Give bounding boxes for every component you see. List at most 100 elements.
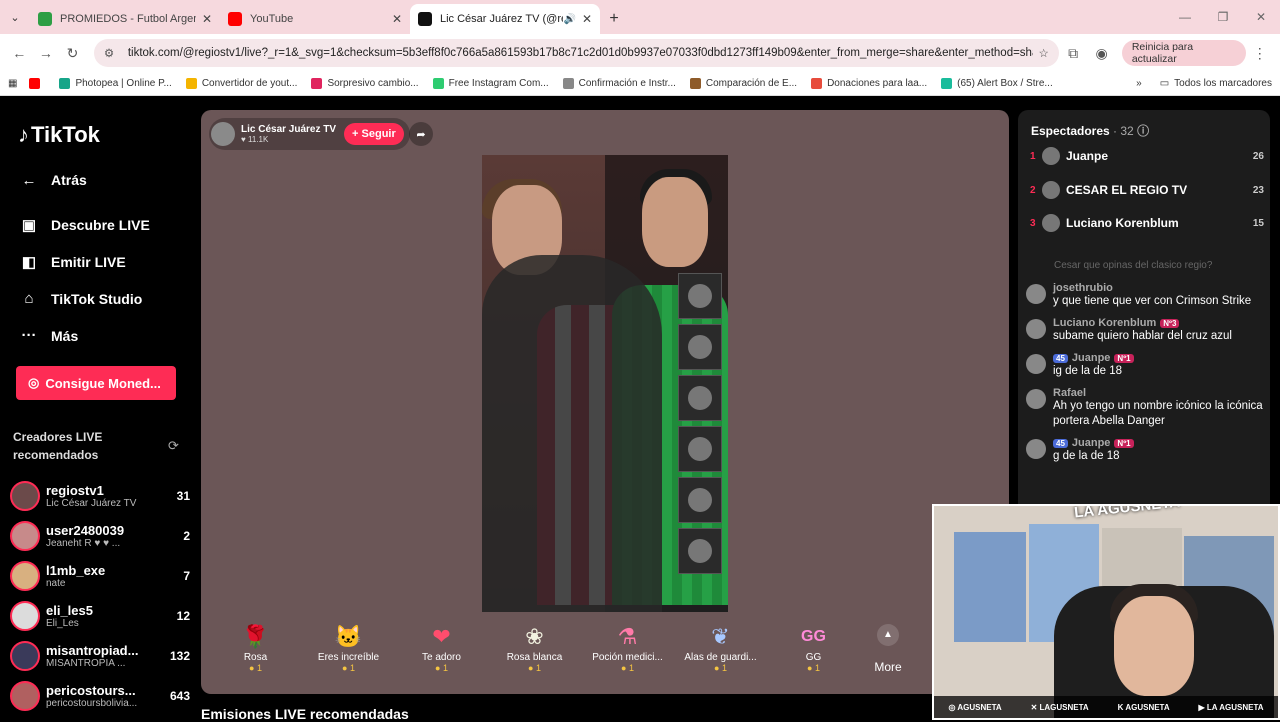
chat-username[interactable]: Juanpe bbox=[1072, 437, 1111, 449]
guest-avatar bbox=[688, 539, 712, 563]
update-button[interactable]: Reinicia para actualizar bbox=[1121, 40, 1246, 66]
chat-username[interactable]: Rafael bbox=[1053, 387, 1264, 399]
minimize-icon[interactable]: — bbox=[1166, 10, 1204, 24]
close-tab-icon[interactable]: ✕ bbox=[202, 12, 212, 26]
folder-icon: ▭ bbox=[1159, 78, 1170, 89]
chat-username[interactable]: josethrubio bbox=[1053, 282, 1251, 294]
apps-icon[interactable]: ▦ bbox=[8, 78, 17, 89]
new-tab-button[interactable]: + bbox=[600, 4, 628, 34]
nav-back[interactable]: ← Atrás bbox=[18, 162, 150, 198]
more-label: More bbox=[874, 660, 902, 674]
creator-item[interactable]: misantropiad... MISANTROPIA ... 132 bbox=[10, 636, 190, 676]
reload-icon[interactable]: ↻ bbox=[59, 45, 86, 62]
coin-icon: ◎ bbox=[28, 375, 40, 390]
viewer-score: 15 bbox=[1252, 217, 1264, 229]
gift-item[interactable]: ❦ Alas de guardi... ● 1 bbox=[674, 622, 767, 688]
tab-search-button[interactable]: ⌄ bbox=[0, 0, 30, 34]
live-video[interactable] bbox=[482, 155, 728, 612]
address-bar[interactable]: ⚙ tiktok.com/@regiostv1/live?_r=1&_svg=1… bbox=[93, 39, 1059, 67]
restore-icon[interactable]: ❐ bbox=[1204, 10, 1242, 24]
site-info-icon[interactable]: ⚙ bbox=[104, 46, 122, 60]
gift-item[interactable]: 🌹 Rosa ● 1 bbox=[209, 622, 302, 688]
chat-message: josethrubio y que tiene que ver con Crims… bbox=[1026, 282, 1264, 309]
creator-item[interactable]: l1mb_exe nate 7 bbox=[10, 556, 190, 596]
creator-item[interactable]: regiostv1 Lic César Juárez TV 31 bbox=[10, 476, 190, 516]
speaker-icon[interactable]: 🔊 bbox=[563, 14, 575, 25]
close-tab-icon[interactable]: ✕ bbox=[392, 12, 402, 26]
tab-tiktok[interactable]: Lic César Juárez TV (@regio 🔊 ✕ bbox=[410, 4, 600, 34]
bookmark-item[interactable]: Free Instagram Com... bbox=[432, 78, 549, 89]
creator-item[interactable]: pericostours... pericostoursbolivia... 64… bbox=[10, 676, 190, 716]
youtube-handle: ▶ LA AGUSNETA bbox=[1198, 702, 1264, 712]
follow-label: + Seguir bbox=[352, 128, 396, 140]
forward-icon[interactable]: → bbox=[33, 45, 60, 61]
more-gifts-button[interactable]: ▲ More bbox=[865, 624, 911, 674]
back-icon[interactable]: ← bbox=[6, 45, 33, 61]
streamer-face bbox=[1114, 596, 1194, 696]
viewers-count: · 32 bbox=[1113, 124, 1134, 138]
guest-slot[interactable] bbox=[678, 273, 722, 319]
bookmark-item[interactable]: (65) Alert Box / Stre... bbox=[941, 78, 1053, 89]
top-viewer[interactable]: 2 CESAR EL REGIO TV 23 bbox=[1030, 178, 1264, 202]
top-viewer[interactable]: 1 Juanpe 26 bbox=[1030, 144, 1264, 168]
bookmark-item[interactable]: Donaciones para laa... bbox=[811, 78, 927, 89]
close-tab-icon[interactable]: ✕ bbox=[582, 12, 592, 26]
guest-slot[interactable] bbox=[678, 477, 722, 523]
nav-more[interactable]: ··· Más bbox=[18, 317, 150, 354]
help-icon[interactable]: ⓘ bbox=[1137, 124, 1149, 138]
tab-youtube[interactable]: YouTube ✕ bbox=[220, 4, 410, 34]
chat-username[interactable]: Luciano Korenblum bbox=[1053, 317, 1156, 329]
gift-item[interactable]: GG GG ● 1 bbox=[767, 622, 860, 688]
chat-username[interactable]: Juanpe bbox=[1072, 352, 1111, 364]
host-name[interactable]: Lic César Juárez TV bbox=[241, 124, 336, 135]
nav-go-live[interactable]: ◧ Emitir LIVE bbox=[18, 243, 150, 280]
guest-slot[interactable] bbox=[678, 324, 722, 370]
tiktok-logo[interactable]: ♪ TikTok bbox=[18, 122, 100, 148]
gift-item[interactable]: ❤ Te adoro ● 1 bbox=[395, 622, 488, 688]
url-text[interactable]: tiktok.com/@regiostv1/live?_r=1&_svg=1&c… bbox=[128, 47, 1033, 59]
close-window-icon[interactable]: ✕ bbox=[1242, 10, 1280, 24]
avatar[interactable] bbox=[1026, 389, 1046, 409]
youtube-bookmark-icon[interactable] bbox=[29, 78, 45, 89]
host-info[interactable]: Lic César Juárez TV ♥ 11.1K + Seguir bbox=[209, 118, 410, 150]
tab-promiedos[interactable]: PROMIEDOS - Futbol Argentino ✕ bbox=[30, 4, 220, 34]
chevron-up-icon[interactable]: ▲ bbox=[877, 624, 899, 646]
get-coins-button[interactable]: ◎ Consigue Moned... bbox=[16, 366, 176, 400]
gift-price-value: 1 bbox=[814, 663, 820, 673]
menu-icon[interactable]: ⋮ bbox=[1246, 45, 1275, 62]
creator-name: regiostv1 bbox=[46, 483, 104, 498]
profile-icon[interactable]: ◉ bbox=[1087, 45, 1116, 62]
nav-discover-live[interactable]: ▣ Descubre LIVE bbox=[18, 206, 150, 243]
creator-item[interactable]: eli_les5 Eli_Les 12 bbox=[10, 596, 190, 636]
live-tv-icon: ▣ bbox=[21, 216, 37, 234]
follow-button[interactable]: + Seguir bbox=[344, 123, 404, 145]
gift-item[interactable]: ❀ Rosa blanca ● 1 bbox=[488, 622, 581, 688]
bookmark-star-icon[interactable]: ☆ bbox=[1039, 46, 1049, 60]
foreground-silhouette bbox=[482, 255, 662, 612]
bookmark-item[interactable]: Comparación de E... bbox=[689, 78, 797, 89]
guest-slot[interactable] bbox=[678, 426, 722, 472]
avatar[interactable] bbox=[1026, 319, 1046, 339]
bookmark-label: Confirmación e Instr... bbox=[578, 78, 676, 89]
avatar bbox=[10, 601, 40, 631]
all-bookmarks[interactable]: » ▭ Todos los marcadores bbox=[1136, 78, 1272, 89]
bookmark-item[interactable]: Sorpresivo cambio... bbox=[311, 78, 419, 89]
top-viewer[interactable]: 3 Luciano Korenblum 15 bbox=[1030, 211, 1264, 235]
avatar[interactable] bbox=[1026, 354, 1046, 374]
gift-item[interactable]: ⚗ Poción medici... ● 1 bbox=[581, 622, 674, 688]
bookmark-item[interactable]: Confirmación e Instr... bbox=[562, 78, 676, 89]
extensions-icon[interactable]: ⧉ bbox=[1059, 45, 1088, 62]
creator-item[interactable]: user2480039 Jeaneht R ♥ ♥ ... 2 bbox=[10, 516, 190, 556]
avatar[interactable] bbox=[1026, 439, 1046, 459]
share-icon[interactable]: ➦ bbox=[409, 122, 433, 146]
chevron-right-icon[interactable]: » bbox=[1136, 78, 1142, 89]
bookmark-item[interactable]: Convertidor de yout... bbox=[185, 78, 297, 89]
gift-item[interactable]: 🐱 Eres increíble ● 1 bbox=[302, 622, 395, 688]
guest-slot[interactable] bbox=[678, 375, 722, 421]
bookmark-item[interactable]: Photopea | Online P... bbox=[59, 78, 172, 89]
avatar[interactable] bbox=[1026, 284, 1046, 304]
refresh-icon[interactable]: ⟳ bbox=[168, 438, 179, 454]
host-avatar[interactable] bbox=[211, 122, 235, 146]
nav-tiktok-studio[interactable]: ⌂ TikTok Studio bbox=[18, 280, 150, 317]
guest-slot[interactable] bbox=[678, 528, 722, 574]
